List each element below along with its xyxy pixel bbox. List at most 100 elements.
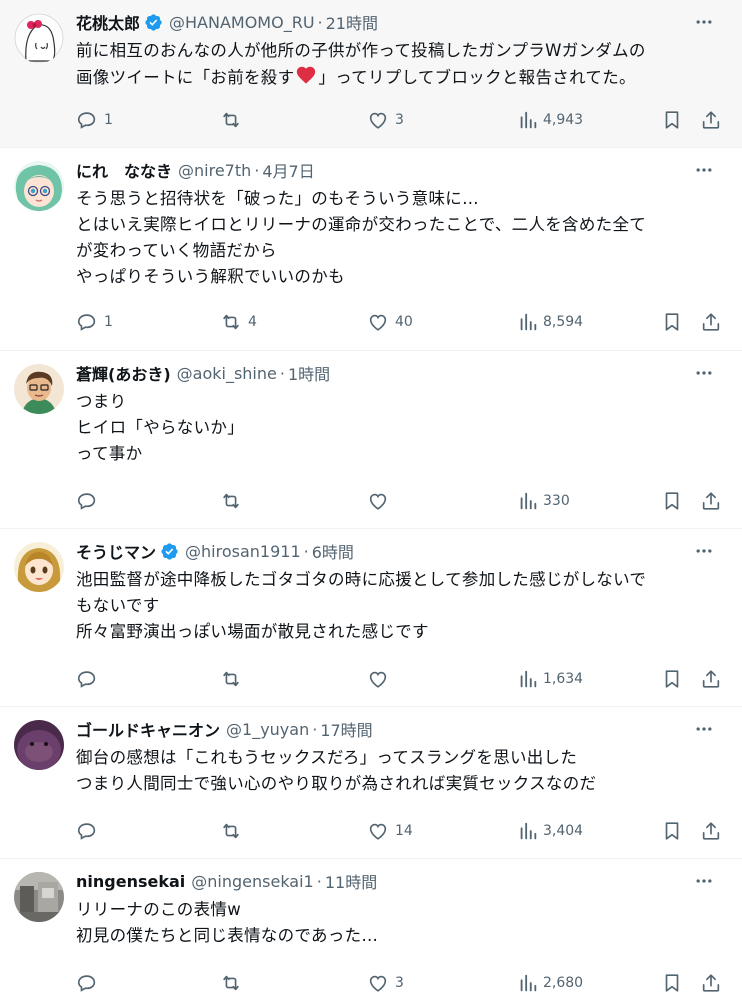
more-options-icon[interactable] bbox=[692, 539, 716, 563]
more-options-icon[interactable] bbox=[692, 361, 716, 385]
avatar[interactable] bbox=[14, 161, 64, 211]
like-count: 3 bbox=[395, 112, 404, 128]
display-name[interactable]: ゴールドキャニオン bbox=[76, 717, 220, 741]
tweet-header: にれ ななき @nire7th · 4月7日 bbox=[76, 158, 722, 182]
share-button[interactable] bbox=[700, 971, 722, 995]
share-button[interactable] bbox=[700, 819, 722, 843]
heart-icon bbox=[369, 112, 387, 129]
views-button[interactable]: 1,634 bbox=[517, 667, 583, 691]
reply-button[interactable] bbox=[76, 667, 104, 691]
reply-feed: 花桃太郎 @HANAMOMO_RU · 21時間 前に相互のおんなの人が他所の子… bbox=[0, 0, 742, 1004]
tweet-actions: 1 3 4,943 bbox=[76, 108, 722, 132]
timestamp[interactable]: 17時間 bbox=[320, 717, 372, 741]
user-handle[interactable]: @nire7th bbox=[178, 161, 251, 180]
views-button[interactable]: 8,594 bbox=[517, 310, 583, 334]
like-button[interactable]: 40 bbox=[367, 310, 413, 334]
tweet[interactable]: ningensekai @ningensekai1 · 11時間 リリーナのこの… bbox=[0, 859, 742, 1004]
avatar[interactable] bbox=[14, 364, 64, 414]
share-icon bbox=[702, 822, 720, 840]
tweet-text: 前に相互のおんなの人が他所の子供が作って投稿したガンプラWガンダムの 画像ツイー… bbox=[76, 38, 728, 94]
retweet-button[interactable] bbox=[220, 108, 248, 132]
bookmark-button[interactable] bbox=[661, 310, 683, 334]
retweet-icon bbox=[223, 112, 239, 128]
display-name[interactable]: 花桃太郎 bbox=[76, 10, 140, 34]
share-button[interactable] bbox=[700, 489, 722, 513]
retweet-button[interactable] bbox=[220, 971, 248, 995]
tweet[interactable]: そうじマン @hirosan1911 · 6時間 池田監督が途中降板したゴタゴタ… bbox=[0, 529, 742, 707]
user-handle[interactable]: @hirosan1911 bbox=[185, 542, 301, 561]
reply-button[interactable] bbox=[76, 971, 104, 995]
timestamp[interactable]: 11時間 bbox=[325, 869, 377, 893]
share-button[interactable] bbox=[700, 667, 722, 691]
timestamp[interactable]: 6時間 bbox=[312, 539, 354, 563]
like-count: 14 bbox=[395, 823, 413, 839]
reply-button[interactable] bbox=[76, 489, 104, 513]
user-handle[interactable]: @1_yuyan bbox=[226, 720, 309, 739]
retweet-button[interactable] bbox=[220, 819, 248, 843]
like-button[interactable]: 14 bbox=[367, 819, 413, 843]
retweet-button[interactable]: 4 bbox=[220, 310, 257, 334]
reply-button[interactable]: 1 bbox=[76, 310, 113, 334]
retweet-button[interactable] bbox=[220, 489, 248, 513]
display-name[interactable]: にれ ななき bbox=[76, 158, 172, 182]
views-button[interactable]: 330 bbox=[517, 489, 570, 513]
views-button[interactable]: 2,680 bbox=[517, 971, 583, 995]
reply-icon bbox=[77, 314, 96, 331]
bookmark-button[interactable] bbox=[661, 108, 683, 132]
like-button[interactable] bbox=[367, 667, 395, 691]
avatar[interactable] bbox=[14, 720, 64, 770]
user-handle[interactable]: @aoki_shine bbox=[177, 364, 277, 383]
like-button[interactable]: 3 bbox=[367, 108, 404, 132]
timestamp[interactable]: 4月7日 bbox=[262, 158, 314, 182]
more-options-icon[interactable] bbox=[692, 717, 716, 741]
like-button[interactable] bbox=[367, 489, 395, 513]
reply-count: 1 bbox=[104, 314, 113, 330]
tweet-header: 花桃太郎 @HANAMOMO_RU · 21時間 bbox=[76, 10, 722, 34]
retweet-icon bbox=[223, 823, 239, 839]
user-handle[interactable]: @HANAMOMO_RU bbox=[169, 13, 315, 32]
views-button[interactable]: 4,943 bbox=[517, 108, 583, 132]
tweet-header: ゴールドキャニオン @1_yuyan · 17時間 bbox=[76, 717, 722, 741]
bookmark-button[interactable] bbox=[661, 667, 683, 691]
analytics-icon bbox=[520, 670, 537, 688]
reply-button[interactable] bbox=[76, 819, 104, 843]
bookmark-button[interactable] bbox=[661, 971, 683, 995]
tweet[interactable]: にれ ななき @nire7th · 4月7日 そう思うと招待状を「破った」のもそ… bbox=[0, 148, 742, 351]
avatar[interactable] bbox=[14, 13, 64, 63]
share-button[interactable] bbox=[700, 108, 722, 132]
more-options-icon[interactable] bbox=[692, 158, 716, 182]
retweet-button[interactable] bbox=[220, 667, 248, 691]
separator-dot: · bbox=[279, 363, 285, 383]
separator-dot: · bbox=[303, 541, 309, 561]
user-handle[interactable]: @ningensekai1 bbox=[191, 872, 313, 891]
tweet[interactable]: 蒼輝(あおき) @aoki_shine · 1時間 つまり ヒイロ「やらないか」… bbox=[0, 351, 742, 529]
reply-button[interactable]: 1 bbox=[76, 108, 113, 132]
view-count: 3,404 bbox=[543, 823, 584, 839]
view-count: 2,680 bbox=[543, 975, 584, 991]
heart-icon bbox=[369, 314, 387, 331]
more-options-icon[interactable] bbox=[692, 10, 716, 34]
view-count: 4,943 bbox=[543, 112, 584, 128]
tweet[interactable]: ゴールドキャニオン @1_yuyan · 17時間 御台の感想は「これもうセック… bbox=[0, 707, 742, 859]
display-name[interactable]: ningensekai bbox=[76, 872, 185, 891]
analytics-icon bbox=[520, 822, 537, 840]
retweet-count: 4 bbox=[248, 314, 257, 330]
avatar[interactable] bbox=[14, 872, 64, 922]
share-button[interactable] bbox=[700, 310, 722, 334]
retweet-icon bbox=[223, 671, 239, 687]
avatar[interactable] bbox=[14, 542, 64, 592]
separator-dot: · bbox=[254, 160, 260, 180]
timestamp[interactable]: 1時間 bbox=[288, 361, 330, 385]
views-button[interactable]: 3,404 bbox=[517, 819, 583, 843]
display-name[interactable]: そうじマン bbox=[76, 539, 156, 563]
timestamp[interactable]: 21時間 bbox=[326, 10, 378, 34]
display-name[interactable]: 蒼輝(あおき) bbox=[76, 361, 171, 385]
bookmark-button[interactable] bbox=[661, 489, 683, 513]
heart-icon bbox=[369, 493, 387, 510]
heart-icon bbox=[369, 671, 387, 688]
tweet-text: 池田監督が途中降板したゴタゴタの時に応援として参加した感じがしないで もないです… bbox=[76, 567, 728, 645]
bookmark-button[interactable] bbox=[661, 819, 683, 843]
tweet[interactable]: 花桃太郎 @HANAMOMO_RU · 21時間 前に相互のおんなの人が他所の子… bbox=[0, 0, 742, 148]
like-button[interactable]: 3 bbox=[367, 971, 404, 995]
more-options-icon[interactable] bbox=[692, 869, 716, 893]
